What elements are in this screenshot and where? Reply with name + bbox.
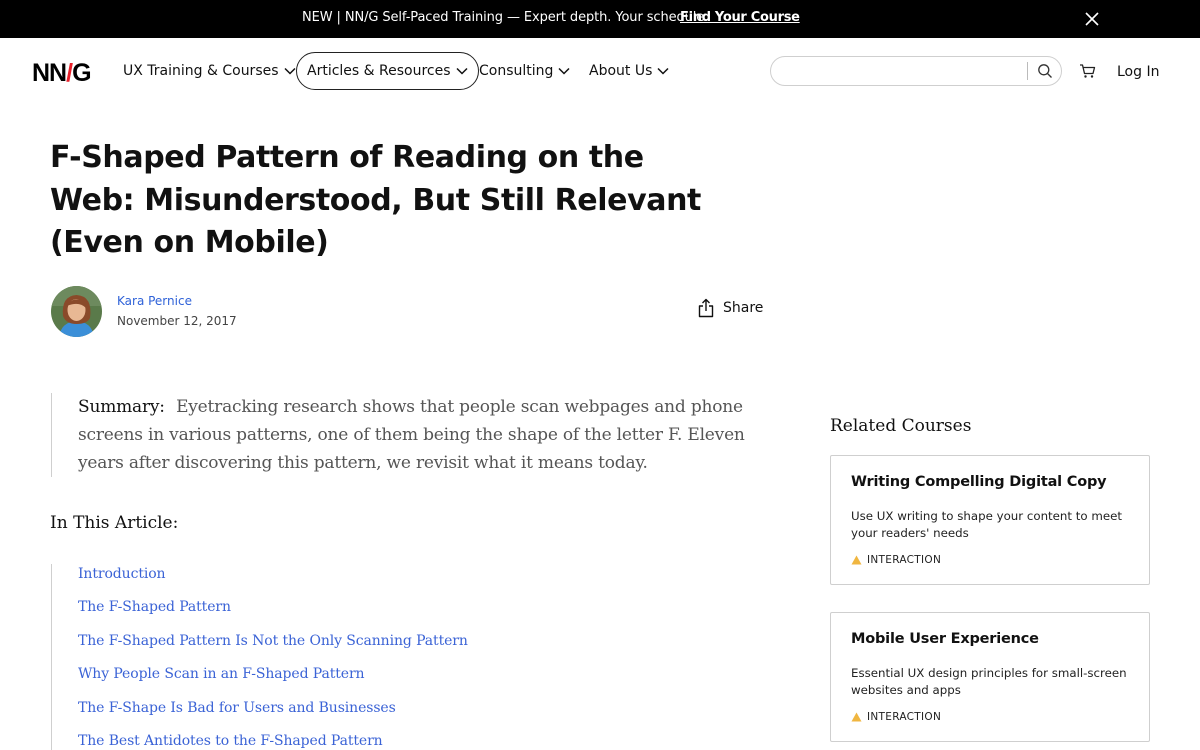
search-input[interactable] [783, 62, 1023, 81]
login-link[interactable]: Log In [1117, 64, 1159, 80]
toc-list: Introduction The F-Shaped Pattern The F-… [78, 565, 468, 750]
nav-about-us-label: About Us [589, 63, 653, 79]
toc-link-bad-for-users[interactable]: The F-Shape Is Bad for Users and Busines… [78, 700, 396, 716]
logo-prefix: NN [32, 59, 67, 87]
article-summary: Summary: Eyetracking research shows that… [78, 393, 778, 477]
course-tag-label: INTERACTION [867, 711, 942, 723]
chevron-down-icon [284, 67, 296, 75]
page-title: F-Shaped Pattern of Reading on the Web: … [50, 140, 701, 260]
toc-link-best-antidotes[interactable]: The Best Antidotes to the F-Shaped Patte… [78, 733, 383, 749]
chevron-down-icon [456, 67, 468, 75]
course-card-mobile-user-experience[interactable]: Mobile User Experience Essential UX desi… [830, 612, 1150, 742]
nng-logo[interactable]: NN/G [32, 59, 92, 88]
triangle-icon [851, 712, 862, 722]
toc-item: The Best Antidotes to the F-Shaped Patte… [78, 732, 468, 750]
search-icon[interactable] [1037, 63, 1053, 79]
cart-icon[interactable] [1079, 63, 1096, 79]
course-tag: INTERACTION [851, 554, 941, 566]
search-divider [1027, 62, 1028, 80]
announcement-bar: NEW | NN/G Self-Paced Training — Expert … [0, 0, 1200, 38]
announcement-text: NEW | NN/G Self-Paced Training — Expert … [302, 10, 709, 25]
nav-ux-training[interactable]: UX Training & Courses [123, 52, 296, 90]
summary-label: Summary: [78, 397, 165, 417]
find-your-course-link[interactable]: Find Your Course [680, 10, 800, 25]
course-title: Mobile User Experience [851, 631, 1039, 647]
chevron-down-icon [558, 67, 570, 75]
toc-item: The F-Shaped Pattern Is Not the Only Sca… [78, 632, 468, 665]
search-box [770, 56, 1062, 86]
related-courses-heading: Related Courses [830, 416, 972, 436]
nav-ux-training-label: UX Training & Courses [123, 63, 279, 79]
author-name-link[interactable]: Kara Pernice [117, 294, 192, 308]
toc-link-why-people-scan[interactable]: Why People Scan in an F-Shaped Pattern [78, 666, 365, 682]
course-description: Use UX writing to shape your content to … [851, 509, 1123, 540]
toc-item: Why People Scan in an F-Shaped Pattern [78, 665, 468, 698]
logo-suffix: G [72, 59, 91, 87]
site-header: NN/G UX Training & Courses Articles & Re… [0, 38, 1200, 104]
course-tag: INTERACTION [851, 711, 941, 723]
course-title: Writing Compelling Digital Copy [851, 474, 1107, 490]
toc-item: The F-Shaped Pattern [78, 598, 468, 631]
nav-articles-resources[interactable]: Articles & Resources [296, 52, 479, 90]
nav-consulting[interactable]: Consulting [479, 52, 570, 90]
nav-articles-resources-label: Articles & Resources [307, 63, 451, 79]
toc-divider [51, 564, 52, 750]
summary-divider [51, 393, 52, 477]
course-card-writing-compelling-digital-copy[interactable]: Writing Compelling Digital Copy Use UX w… [830, 455, 1150, 585]
close-icon[interactable] [1083, 10, 1101, 28]
author-avatar[interactable] [51, 286, 102, 337]
share-icon [698, 298, 714, 318]
course-description: Essential UX design principles for small… [851, 666, 1127, 697]
summary-text: Eyetracking research shows that people s… [78, 397, 745, 473]
chevron-down-icon [657, 67, 669, 75]
nav-consulting-label: Consulting [479, 63, 554, 79]
toc-item: The F-Shape Is Bad for Users and Busines… [78, 699, 468, 732]
publish-date: November 12, 2017 [117, 314, 237, 328]
toc-link-not-only-pattern[interactable]: The F-Shaped Pattern Is Not the Only Sca… [78, 633, 468, 649]
toc-link-introduction[interactable]: Introduction [78, 566, 166, 582]
toc-link-f-shaped-pattern[interactable]: The F-Shaped Pattern [78, 599, 231, 615]
toc-item: Introduction [78, 565, 468, 598]
share-label: Share [723, 300, 764, 316]
triangle-icon [851, 555, 862, 565]
toc-heading: In This Article: [50, 513, 179, 533]
share-button[interactable]: Share [698, 298, 763, 318]
course-tag-label: INTERACTION [867, 554, 942, 566]
nav-about-us[interactable]: About Us [589, 52, 669, 90]
